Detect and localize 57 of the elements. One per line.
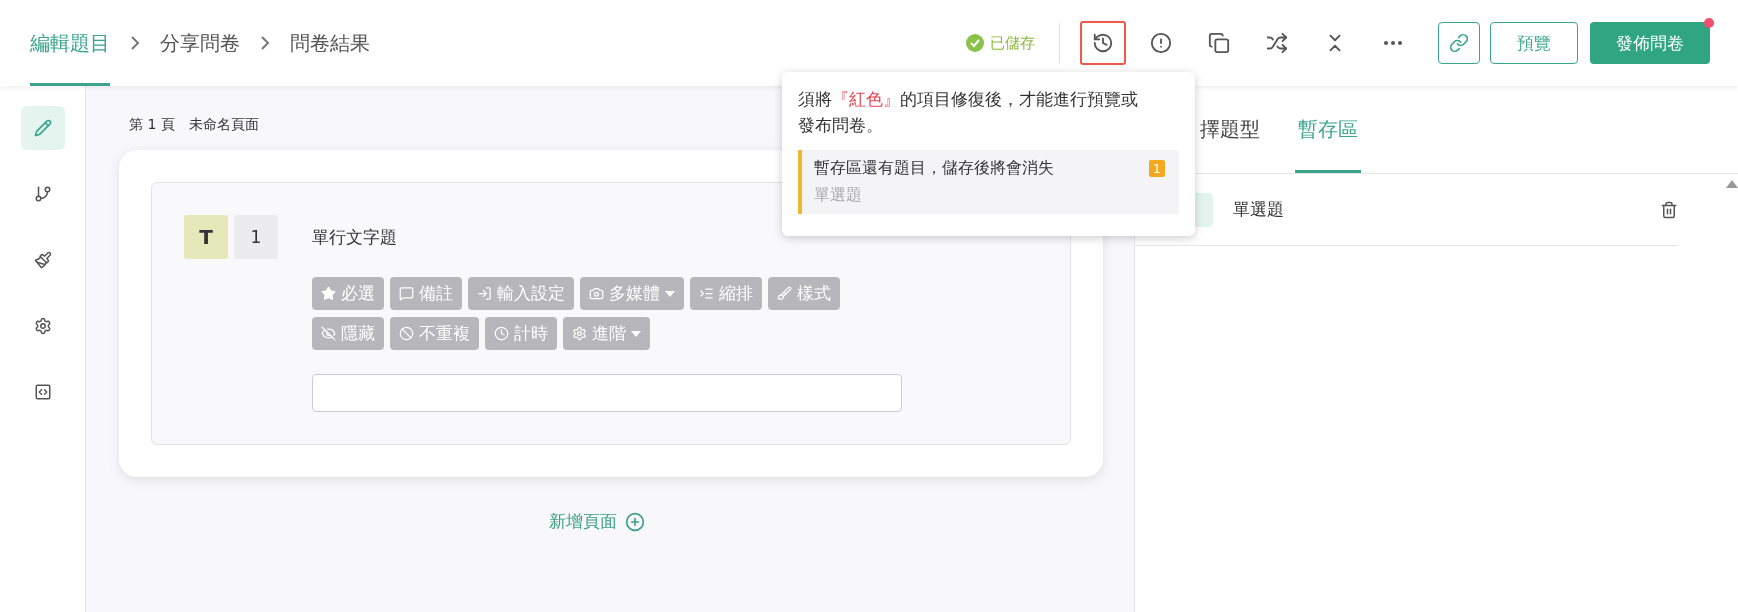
panel-tab[interactable]: 暫存區 [1295,86,1361,173]
option-tag[interactable]: 不重複 [390,317,479,350]
question-number: 1 [234,215,278,259]
option-tag[interactable]: 多媒體 [580,277,684,310]
notice-item: 單選題 [814,185,863,206]
question-type-badge: T [184,215,228,259]
pencil-icon [33,119,52,137]
chevron-icon [130,35,140,51]
input-icon [477,286,492,301]
trash-icon[interactable] [1660,200,1678,219]
brush-icon [777,286,792,301]
breadcrumb-tab[interactable]: 問卷結果 [290,0,370,86]
option-tag[interactable]: 備註 [390,277,462,310]
scroll-arrow-icon[interactable] [1726,180,1738,188]
page-name: 未命名頁面 [188,116,259,134]
clock-icon [494,326,509,341]
link-icon [1449,33,1469,53]
option-tag[interactable]: 進階 [563,317,650,350]
page-number: 第 1 頁 [129,116,175,134]
panel-tab[interactable]: 擇題型 [1197,86,1263,173]
breadcrumb-tab[interactable]: 分享問卷 [160,0,240,86]
settings-icon [33,317,52,335]
question-title: 單行文字題 [312,226,398,249]
code-icon [33,383,52,401]
ban-icon [399,326,414,341]
gear-icon [572,326,587,341]
history-icon [1092,32,1114,54]
indent-icon [699,286,714,301]
plus-circle-icon [624,511,645,532]
option-tag[interactable]: 縮排 [690,277,762,310]
camera-icon [589,286,604,301]
star-icon [321,286,336,301]
save-status-text: 已儲存 [990,33,1035,53]
eye-off-icon [321,326,336,341]
answer-field[interactable] [312,374,902,412]
copy-icon [1208,32,1230,54]
link-button[interactable] [1438,22,1480,64]
more-icon [1384,41,1402,45]
comment-icon [399,286,414,301]
stash-item-label: 單選題 [1233,198,1285,221]
shuffle-icon [1266,32,1288,54]
alert-icon [1150,32,1172,54]
popover-message: 須將『紅色』的項目修復後，才能進行預覽或發布問卷。 [798,88,1139,137]
option-tag[interactable]: 樣式 [768,277,840,310]
option-tag[interactable]: 必選 [312,277,384,310]
add-page-button[interactable]: 新增頁面 [542,509,651,534]
notice-text: 暫存區還有題目，儲存後將會消失 [814,158,1054,179]
pencil-button[interactable] [20,106,65,150]
option-tag[interactable]: 隱藏 [312,317,384,350]
history-button[interactable] [1080,21,1126,65]
preview-button[interactable]: 預覽 [1490,22,1578,64]
option-tag[interactable]: 輸入設定 [468,277,574,310]
option-tag[interactable]: 計時 [485,317,557,350]
count-badge: 1 [1148,160,1165,177]
chevron-icon [260,35,270,51]
check-icon [966,34,984,52]
branch-icon [33,185,52,203]
